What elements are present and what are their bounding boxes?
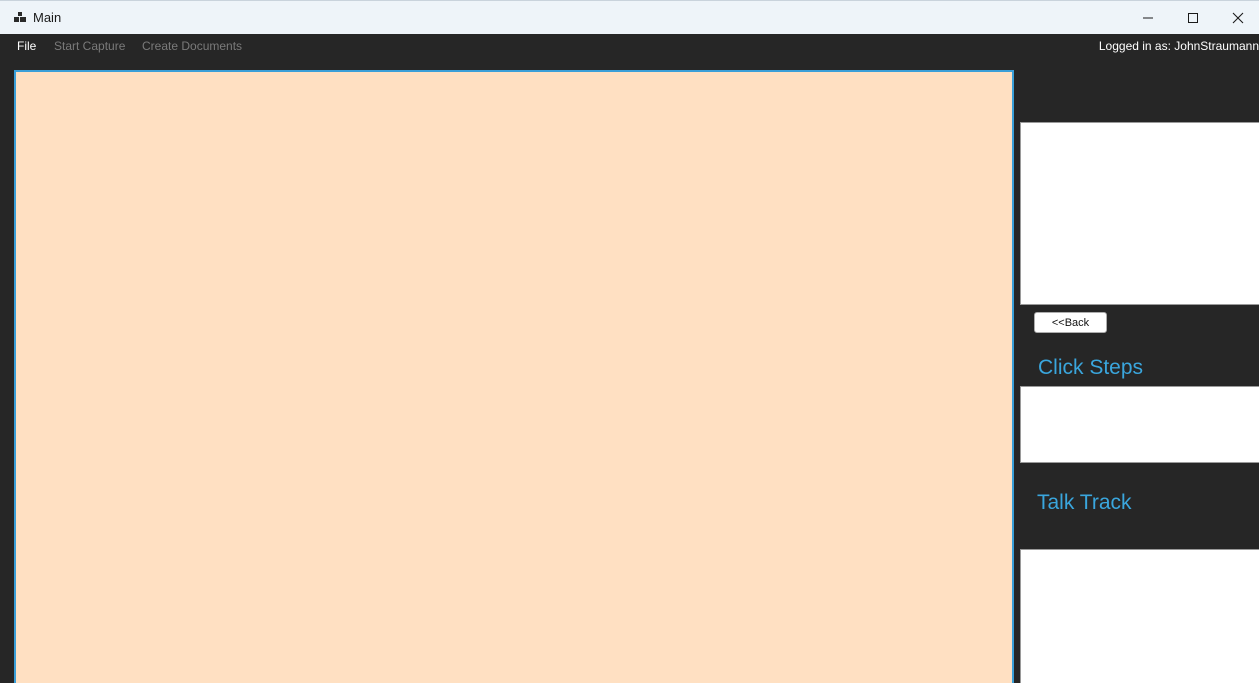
close-icon [1232,12,1244,24]
minimize-button[interactable] [1125,1,1171,34]
click-steps-heading: Click Steps [1038,356,1144,379]
menu-bar: File Start Capture Create Documents Logg… [0,34,1259,60]
logged-in-label: Logged in as: JohnStraumann [1098,39,1259,53]
click-steps-textbox[interactable] [1020,386,1259,463]
talk-track-textbox[interactable] [1020,549,1259,683]
menu-file[interactable]: File [17,39,36,53]
talk-track-heading: Talk Track [1037,491,1132,514]
preview-box [1020,122,1259,305]
main-window: Main File Start Capture Create Documents… [0,0,1259,683]
back-button[interactable]: <<Back [1034,312,1107,333]
app-icon [14,11,26,23]
menu-create-documents[interactable]: Create Documents [142,39,242,53]
title-bar[interactable]: Main [0,0,1259,34]
minimize-icon [1142,12,1154,24]
menu-start-capture[interactable]: Start Capture [54,39,125,53]
capture-canvas[interactable] [14,70,1014,683]
maximize-button[interactable] [1170,1,1216,34]
maximize-icon [1187,12,1199,24]
window-title: Main [33,10,62,25]
close-button[interactable] [1215,1,1259,34]
